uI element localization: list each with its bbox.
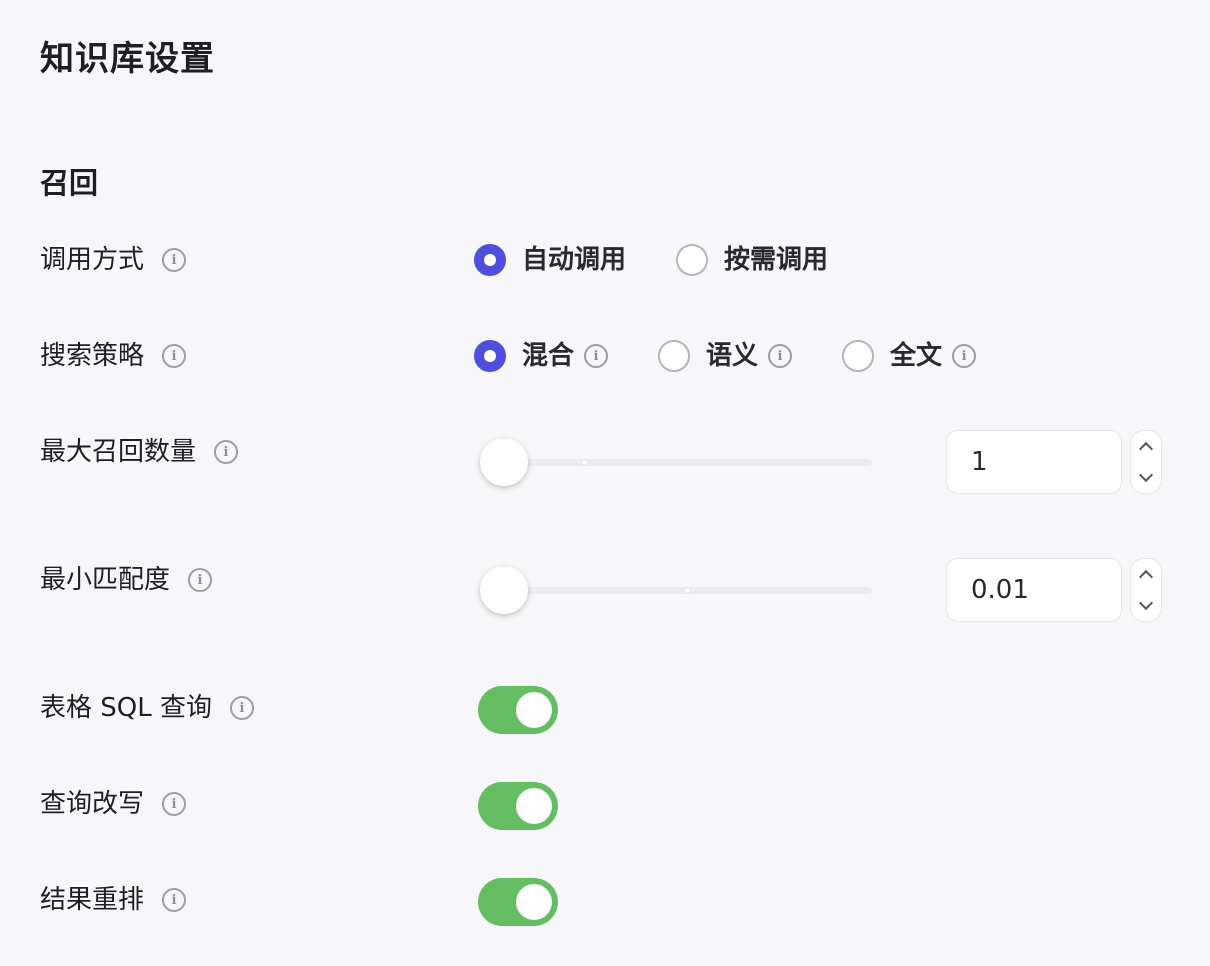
info-icon[interactable]: i <box>768 344 793 368</box>
radio-label: 全文 <box>890 341 943 371</box>
max-recall-label: 最大召回数量 <box>40 437 197 467</box>
radio-auto-invoke[interactable]: 自动调用 <box>474 242 626 278</box>
radio-checked-icon[interactable] <box>474 340 506 372</box>
query-rewrite-toggle[interactable] <box>478 782 558 830</box>
chevron-down-icon <box>1138 595 1154 611</box>
radio-label: 按需调用 <box>724 245 829 275</box>
invoke-mode-label: 调用方式 <box>40 245 145 275</box>
table-sql-label: 表格 SQL 查询 <box>40 693 212 723</box>
toggle-knob <box>516 788 552 824</box>
radio-on-demand-invoke[interactable]: 按需调用 <box>676 242 828 278</box>
result-rerank-label-row: 结果重排 i <box>40 882 187 918</box>
slider-mark <box>684 587 691 594</box>
invoke-mode-label-row: 调用方式 i <box>40 242 187 278</box>
slider-thumb[interactable] <box>480 566 528 614</box>
section-title-recall: 召回 <box>40 166 99 200</box>
decrement-button[interactable] <box>1131 590 1161 621</box>
min-match-input[interactable]: 0.01 <box>946 558 1122 622</box>
info-icon[interactable]: i <box>952 344 977 368</box>
slider-thumb[interactable] <box>480 438 528 486</box>
increment-button[interactable] <box>1131 559 1161 590</box>
result-rerank-toggle[interactable] <box>478 878 558 926</box>
slider-track[interactable] <box>500 459 872 466</box>
max-recall-stepper <box>1130 430 1162 494</box>
radio-label: 自动调用 <box>522 245 627 275</box>
chevron-down-icon <box>1138 467 1154 483</box>
slider-mark <box>581 459 588 466</box>
min-match-label-row: 最小匹配度 i <box>40 562 213 598</box>
radio-checked-icon[interactable] <box>474 244 506 276</box>
min-match-label: 最小匹配度 <box>40 565 171 595</box>
invoke-mode-radio-group: 自动调用 按需调用 <box>474 242 878 278</box>
toggle-knob <box>516 692 552 728</box>
toggle-knob <box>516 884 552 920</box>
radio-hybrid[interactable]: 混合 i <box>474 338 609 374</box>
min-match-slider[interactable] <box>480 566 872 614</box>
info-icon[interactable]: i <box>162 344 187 368</box>
radio-label: 语义 <box>706 341 759 371</box>
max-recall-input[interactable]: 1 <box>946 430 1122 494</box>
max-recall-slider[interactable] <box>480 438 872 486</box>
info-icon[interactable]: i <box>188 568 213 592</box>
result-rerank-label: 结果重排 <box>40 885 145 915</box>
search-strategy-label-row: 搜索策略 i <box>40 338 187 374</box>
decrement-button[interactable] <box>1131 462 1161 493</box>
radio-fulltext[interactable]: 全文 i <box>842 338 977 374</box>
query-rewrite-label-row: 查询改写 i <box>40 786 187 822</box>
info-icon[interactable]: i <box>162 792 187 816</box>
radio-unchecked-icon[interactable] <box>676 244 709 276</box>
page-title: 知识库设置 <box>40 39 215 79</box>
search-strategy-label: 搜索策略 <box>40 341 145 371</box>
min-match-stepper <box>1130 558 1162 622</box>
info-icon[interactable]: i <box>584 344 609 368</box>
knowledge-base-settings-page: 知识库设置 召回 调用方式 i 自动调用 按需调用 搜索策略 i 混合 i 语义… <box>0 0 1210 966</box>
table-sql-label-row: 表格 SQL 查询 i <box>40 690 254 726</box>
max-recall-label-row: 最大召回数量 i <box>40 434 239 470</box>
info-icon[interactable]: i <box>229 696 254 720</box>
table-sql-toggle[interactable] <box>478 686 558 734</box>
chevron-up-icon <box>1138 441 1154 457</box>
search-strategy-radio-group: 混合 i 语义 i 全文 i <box>474 338 1026 374</box>
radio-label: 混合 <box>522 341 575 371</box>
radio-unchecked-icon[interactable] <box>658 340 691 372</box>
radio-semantic[interactable]: 语义 i <box>658 338 793 374</box>
info-icon[interactable]: i <box>214 440 239 464</box>
info-icon[interactable]: i <box>162 888 187 912</box>
radio-unchecked-icon[interactable] <box>842 340 875 372</box>
increment-button[interactable] <box>1131 431 1161 462</box>
info-icon[interactable]: i <box>162 248 187 272</box>
query-rewrite-label: 查询改写 <box>40 789 145 819</box>
chevron-up-icon <box>1138 569 1154 585</box>
